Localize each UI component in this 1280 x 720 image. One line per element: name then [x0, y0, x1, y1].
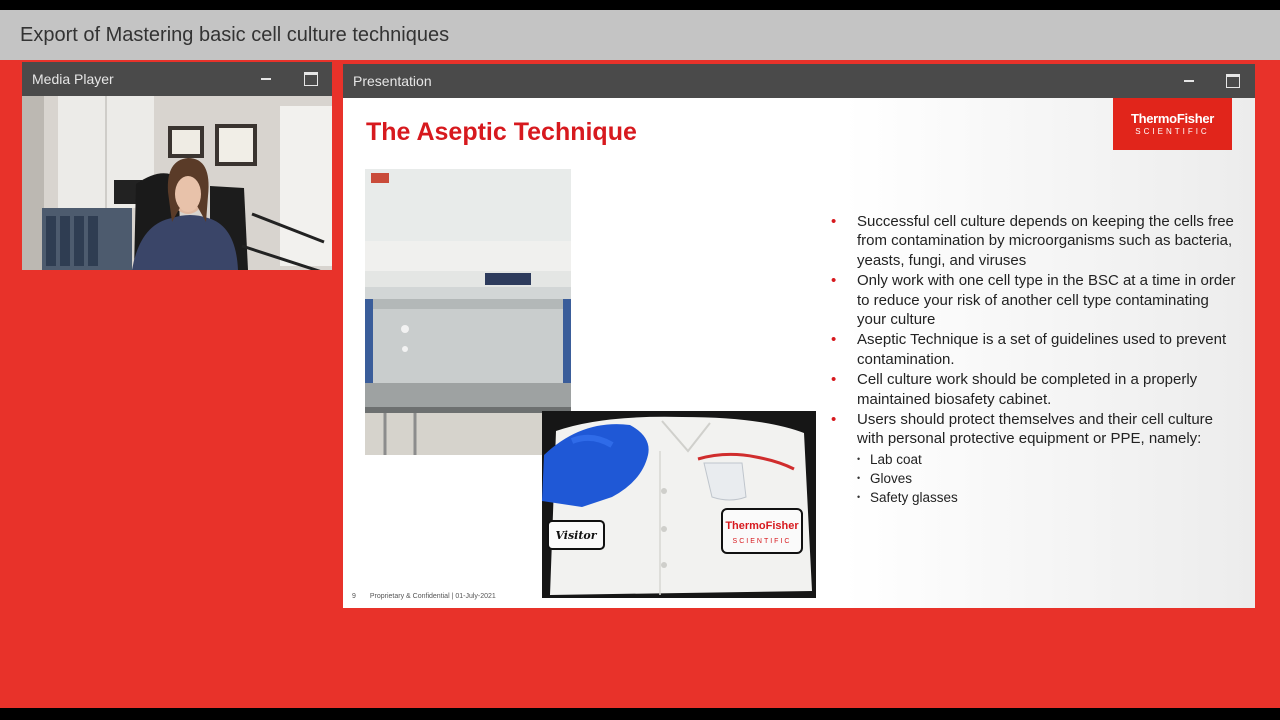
footer-text: Proprietary & Confidential | 01-July-202…	[369, 593, 496, 600]
bullet-item: Successful cell culture depends on keepi…	[829, 212, 1239, 270]
bullet-text: Users should protect themselves and thei…	[857, 411, 1214, 448]
slide: The Aseptic Technique ThermoFisher SCIEN…	[343, 98, 1255, 608]
video-feed[interactable]	[22, 96, 332, 270]
media-player-header: Media Player	[22, 62, 332, 96]
slide-footer: 9 Proprietary & Confidential | 01-July-2…	[352, 593, 496, 600]
name-tag-text: Visitor	[555, 529, 597, 542]
maximize-icon[interactable]	[299, 62, 323, 96]
minimize-icon[interactable]	[254, 62, 278, 96]
logo-line2: SCIENTIFIC	[1135, 127, 1210, 136]
patch-brand-line2: SCIENTIFIC	[733, 538, 792, 545]
presentation-title: Presentation	[353, 73, 432, 89]
bullet-item: Cell culture work should be completed in…	[829, 370, 1239, 409]
presenter-video-image	[22, 96, 332, 270]
app-window: Export of Mastering basic cell culture t…	[0, 10, 1280, 708]
bullet-list: Successful cell culture depends on keepi…	[829, 212, 1239, 508]
presentation-header: Presentation	[343, 64, 1255, 98]
biosafety-cabinet-photo	[365, 169, 571, 455]
slide-title: The Aseptic Technique	[366, 118, 637, 146]
lab-coat-photo: Visitor ThermoFisher SCIENTIFIC	[542, 411, 816, 598]
patch-brand-line1: ThermoFisher	[725, 520, 799, 532]
thermofisher-logo: ThermoFisher SCIENTIFIC	[1113, 98, 1232, 150]
logo-line1: ThermoFisher	[1130, 111, 1215, 126]
minimize-icon[interactable]	[1177, 64, 1201, 98]
sub-bullet-list: Lab coat Gloves Safety glasses	[857, 450, 1239, 508]
bullet-item: Only work with one cell type in the BSC …	[829, 271, 1239, 329]
sub-bullet-item: Gloves	[857, 469, 1239, 488]
sub-bullet-item: Safety glasses	[857, 488, 1239, 507]
bullet-item: Aseptic Technique is a set of guidelines…	[829, 330, 1239, 369]
maximize-icon[interactable]	[1221, 64, 1245, 98]
window-title: Export of Mastering basic cell culture t…	[0, 10, 1280, 60]
bullet-item-ppe: Users should protect themselves and thei…	[829, 410, 1239, 508]
page-number: 9	[352, 593, 356, 600]
sub-bullet-item: Lab coat	[857, 450, 1239, 469]
media-player-title: Media Player	[32, 71, 114, 87]
